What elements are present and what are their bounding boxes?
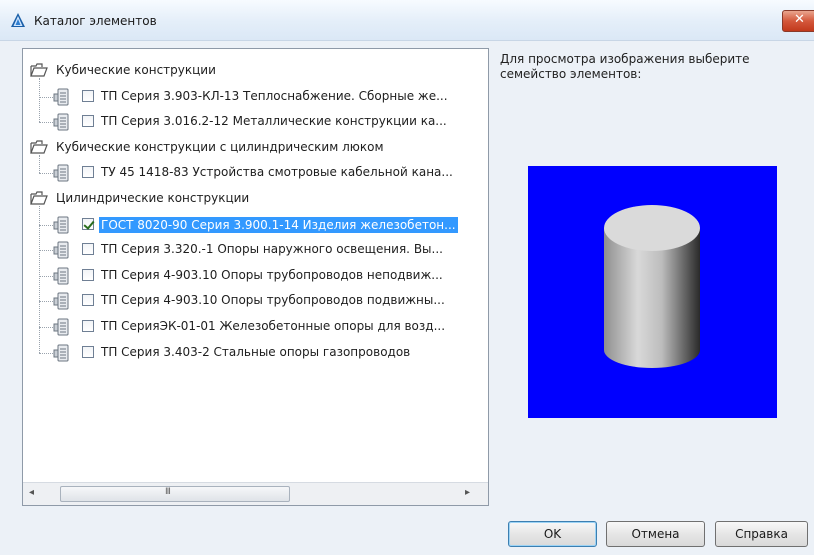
tree-group[interactable]: Цилиндрические конструкции <box>23 188 483 210</box>
tree-group-label: Кубические конструкции с цилиндрическим … <box>56 139 384 154</box>
dialog-title: Каталог элементов <box>34 14 157 28</box>
tree-item[interactable]: ТП Серия 3.403-2 Стальные опоры газопров… <box>23 342 483 364</box>
item-checkbox[interactable] <box>82 320 94 332</box>
item-checkbox[interactable] <box>82 268 94 281</box>
tree-item[interactable]: ТУ 45 1418-83 Устройства смотровые кабел… <box>23 162 483 184</box>
tree-item[interactable]: ТП Серия 4-903.10 Опоры трубопроводов не… <box>23 265 483 287</box>
element-family-icon <box>53 164 69 182</box>
tree-item-label: ТП СерияЭК-01-01 Железобетонные опоры дл… <box>101 319 446 333</box>
cancel-button[interactable]: Отмена <box>606 521 705 547</box>
tree-connector <box>39 327 53 328</box>
catalog-dialog: Каталог элементов ✕ Кубические конструкц… <box>0 0 814 555</box>
ok-button[interactable]: OK <box>508 521 597 547</box>
tree-item[interactable]: ТП СерияЭК-01-01 Железобетонные опоры дл… <box>23 316 483 338</box>
tree-connector <box>39 206 40 353</box>
element-family-icon <box>53 216 69 234</box>
autocad-icon <box>11 13 25 27</box>
element-family-icon <box>53 292 69 310</box>
scroll-left-arrow[interactable]: ◂ <box>29 487 34 498</box>
element-family-icon <box>53 344 69 362</box>
item-checkbox[interactable] <box>82 166 94 179</box>
scroll-right-arrow[interactable]: ▸ <box>465 487 470 498</box>
tree-item-label: ТП Серия 3.403-2 Стальные опоры газопров… <box>101 344 411 359</box>
item-checkbox[interactable] <box>82 345 94 358</box>
tree-connector <box>39 96 53 98</box>
tree-item[interactable]: ТП Серия 3.016.2-12 Металлические констр… <box>23 111 483 133</box>
element-family-icon <box>53 241 69 259</box>
tree-item-label: ГОСТ 8020-90 Серия 3.900.1-14 Изделия же… <box>99 216 458 233</box>
item-checkbox[interactable] <box>82 243 94 256</box>
cylinder-preview-icon <box>604 205 700 368</box>
element-family-tree[interactable]: Кубические конструкции ТП Серия 3.903-КЛ-… <box>22 48 489 506</box>
tree-group-label: Кубические конструкции <box>56 63 216 77</box>
tree-item-label: ТУ 45 1418-83 Устройства смотровые кабел… <box>101 165 453 180</box>
open-folder-icon <box>30 191 48 205</box>
close-button[interactable]: ✕ <box>782 10 814 32</box>
close-icon: ✕ <box>794 12 805 27</box>
tree-connector <box>39 250 53 252</box>
open-folder-icon <box>30 63 48 77</box>
tree-item[interactable]: ТП Серия 3.903-КЛ-13 Теплоснабжение. Сбо… <box>23 86 483 108</box>
tree-connector <box>39 173 53 175</box>
element-family-icon <box>53 267 69 285</box>
preview-hint: Для просмотра изображения выберите семей… <box>500 52 750 81</box>
item-checkbox[interactable] <box>82 217 94 230</box>
tree-connector <box>39 122 53 124</box>
element-family-icon <box>53 88 69 106</box>
tree-item[interactable]: ГОСТ 8020-90 Серия 3.900.1-14 Изделия же… <box>23 214 483 236</box>
tree-group[interactable]: Кубические конструкции <box>23 60 483 82</box>
help-button[interactable]: Справка <box>715 521 808 547</box>
item-checkbox[interactable] <box>82 294 94 307</box>
tree-connector <box>39 275 53 277</box>
horizontal-scrollbar[interactable]: ◂ III ▸ <box>23 482 488 505</box>
tree-connector <box>39 352 53 354</box>
scroll-thumb[interactable]: III <box>60 486 290 502</box>
element-family-icon <box>53 318 69 336</box>
open-folder-icon <box>30 140 48 154</box>
tree-group-label: Цилиндрические конструкции <box>56 191 250 205</box>
tree-item[interactable]: ТП Серия 3.320.-1 Опоры наружного освеще… <box>23 239 483 261</box>
item-checkbox[interactable] <box>82 115 94 128</box>
title-bar[interactable]: Каталог элементов ✕ <box>0 0 814 41</box>
scroll-grip-icon: III <box>165 487 171 497</box>
tree-connector <box>39 154 40 174</box>
tree-item-label: ТП Серия 3.320.-1 Опоры наружного освеще… <box>101 242 443 257</box>
tree-item-label: ТП Серия 3.903-КЛ-13 Теплоснабжение. Сбо… <box>101 88 448 103</box>
tree-item[interactable]: ТП Серия 4-903.10 Опоры трубопроводов по… <box>23 290 483 312</box>
tree-item-label: ТП Серия 3.016.2-12 Металлические констр… <box>101 114 447 129</box>
tree-group[interactable]: Кубические конструкции с цилиндрическим … <box>23 137 483 159</box>
tree-connector <box>39 301 53 303</box>
preview-image <box>528 166 777 418</box>
element-family-icon <box>53 113 69 131</box>
item-checkbox[interactable] <box>82 89 94 102</box>
tree-connector <box>39 78 40 123</box>
tree-item-label: ТП Серия 4-903.10 Опоры трубопроводов по… <box>101 293 445 308</box>
tree-item-label: ТП Серия 4-903.10 Опоры трубопроводов не… <box>101 267 443 282</box>
tree-connector <box>39 224 53 226</box>
